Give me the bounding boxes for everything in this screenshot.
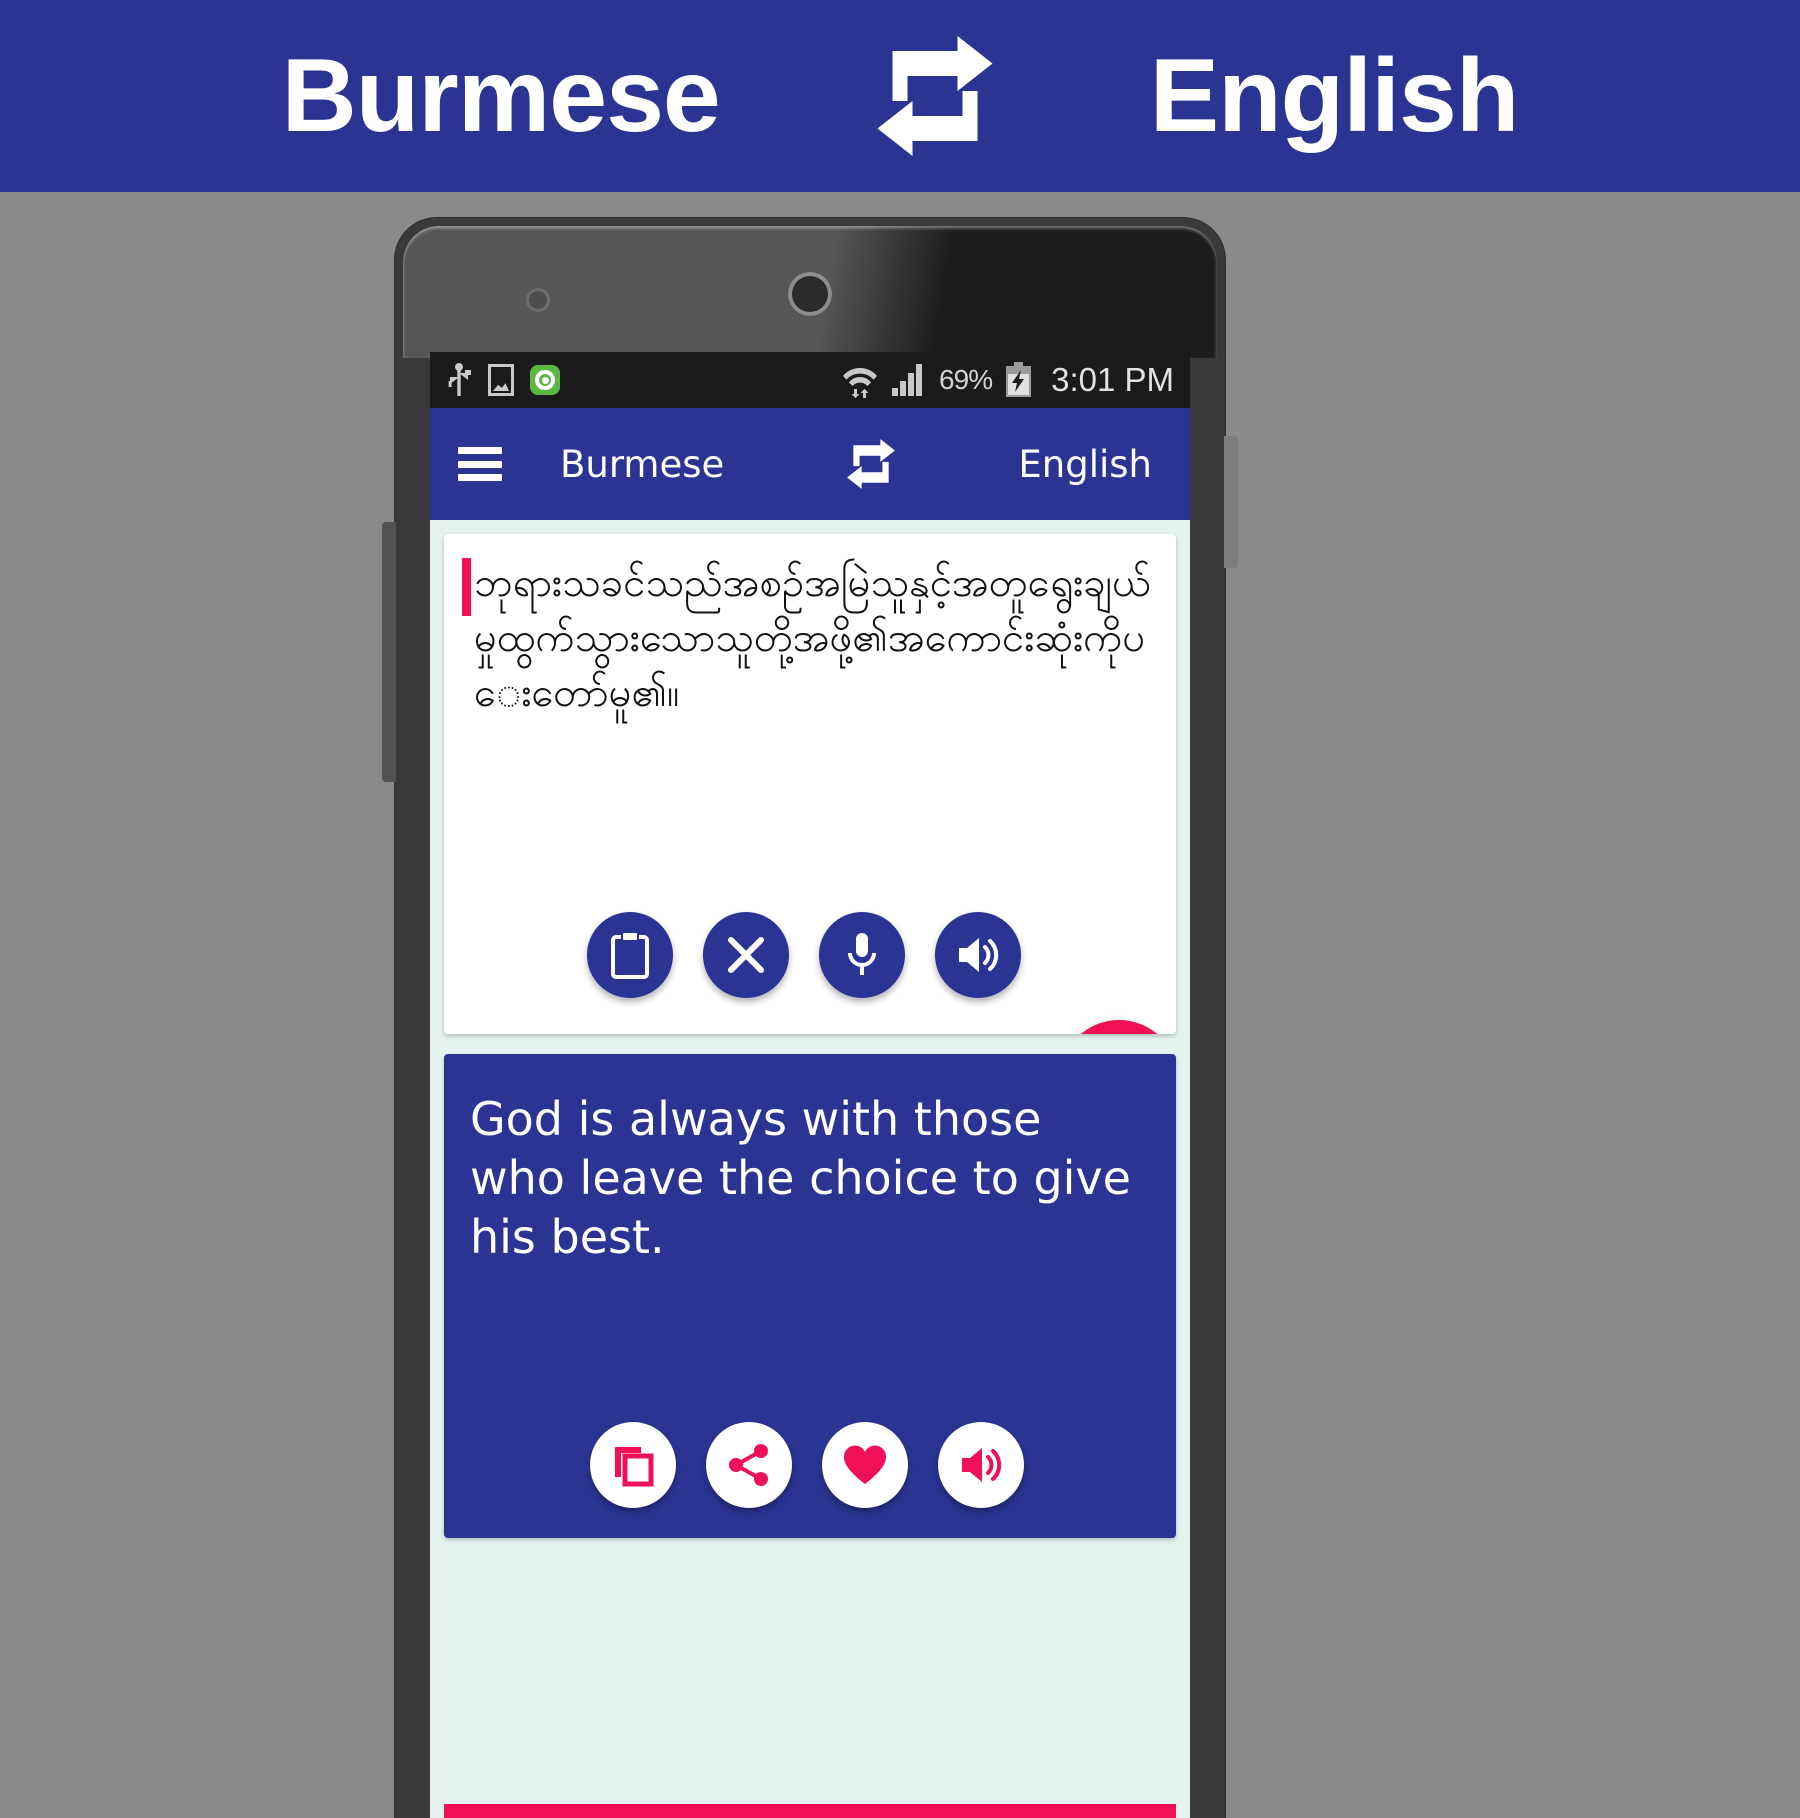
translator-content: ဘုရားသခင်သည်အစဉ်အမြဲသူနှင့်အတူရွေးချယ်မှ… <box>430 520 1190 1552</box>
result-text-card[interactable]: God is always with those who leave the c… <box>444 1054 1176 1538</box>
translate-send-button[interactable] <box>1060 1020 1176 1034</box>
heart-icon <box>843 1445 887 1484</box>
cellular-signal-icon <box>892 364 923 396</box>
power-button[interactable] <box>1224 436 1238 568</box>
battery-charging-icon <box>1006 362 1032 397</box>
close-x-icon <box>728 937 764 973</box>
battery-percent-label: 69% <box>939 364 993 395</box>
android-status-bar: 69% 3:01 PM <box>430 352 1190 408</box>
clear-button[interactable] <box>703 912 789 998</box>
toolbar-source-language[interactable]: Burmese <box>560 443 724 486</box>
paste-button[interactable] <box>587 912 673 998</box>
clipboard-icon <box>611 931 649 979</box>
swap-arrows-icon <box>877 36 993 156</box>
app-green-icon <box>530 365 560 395</box>
speaker-icon <box>962 1448 1002 1482</box>
source-text[interactable]: ဘုရားသခင်သည်အစဉ်အမြဲသူနှင့်အတူရွေးချယ်မှ… <box>468 556 1152 722</box>
phone-top-bezel <box>403 226 1217 358</box>
copy-button[interactable] <box>590 1422 676 1508</box>
share-icon <box>729 1444 768 1486</box>
app-toolbar: Burmese English <box>430 408 1190 520</box>
share-button[interactable] <box>706 1422 792 1508</box>
copy-icon <box>615 1447 654 1487</box>
wifi-data-icon <box>843 368 878 398</box>
bottom-accent-strip <box>444 1804 1176 1818</box>
hamburger-menu-icon[interactable] <box>458 447 502 481</box>
phone-screen: 69% 3:01 PM Burmese English ဘုရားသခင်သည်… <box>430 352 1190 1818</box>
toolbar-target-language[interactable]: English <box>1018 443 1152 486</box>
source-text-card[interactable]: ဘုရားသခင်သည်အစဉ်အမြဲသူနှင့်အတူရွေးချယ်မှ… <box>444 534 1176 1034</box>
speak-result-button[interactable] <box>938 1422 1024 1508</box>
swap-arrows-icon[interactable] <box>844 438 898 490</box>
phone-mockup: 69% 3:01 PM Burmese English ဘုရားသခင်သည်… <box>382 218 1238 1818</box>
volume-button[interactable] <box>382 522 396 782</box>
text-caret <box>462 558 471 616</box>
voice-input-button[interactable] <box>819 912 905 998</box>
source-action-bar <box>444 912 1176 998</box>
speaker-icon <box>959 938 999 972</box>
speak-source-button[interactable] <box>935 912 1021 998</box>
favorite-button[interactable] <box>822 1422 908 1508</box>
usb-icon <box>448 363 471 396</box>
microphone-icon <box>848 933 876 975</box>
status-bar-clock: 3:01 PM <box>1051 361 1174 398</box>
front-sensor <box>526 288 550 312</box>
result-action-bar <box>444 1422 1176 1508</box>
banner-source-language: Burmese <box>281 38 721 154</box>
app-header-banner: Burmese English <box>0 0 1800 192</box>
banner-target-language: English <box>1149 38 1520 154</box>
front-camera <box>788 272 832 316</box>
translated-text: God is always with those who leave the c… <box>470 1092 1131 1264</box>
gallery-icon <box>488 364 514 396</box>
